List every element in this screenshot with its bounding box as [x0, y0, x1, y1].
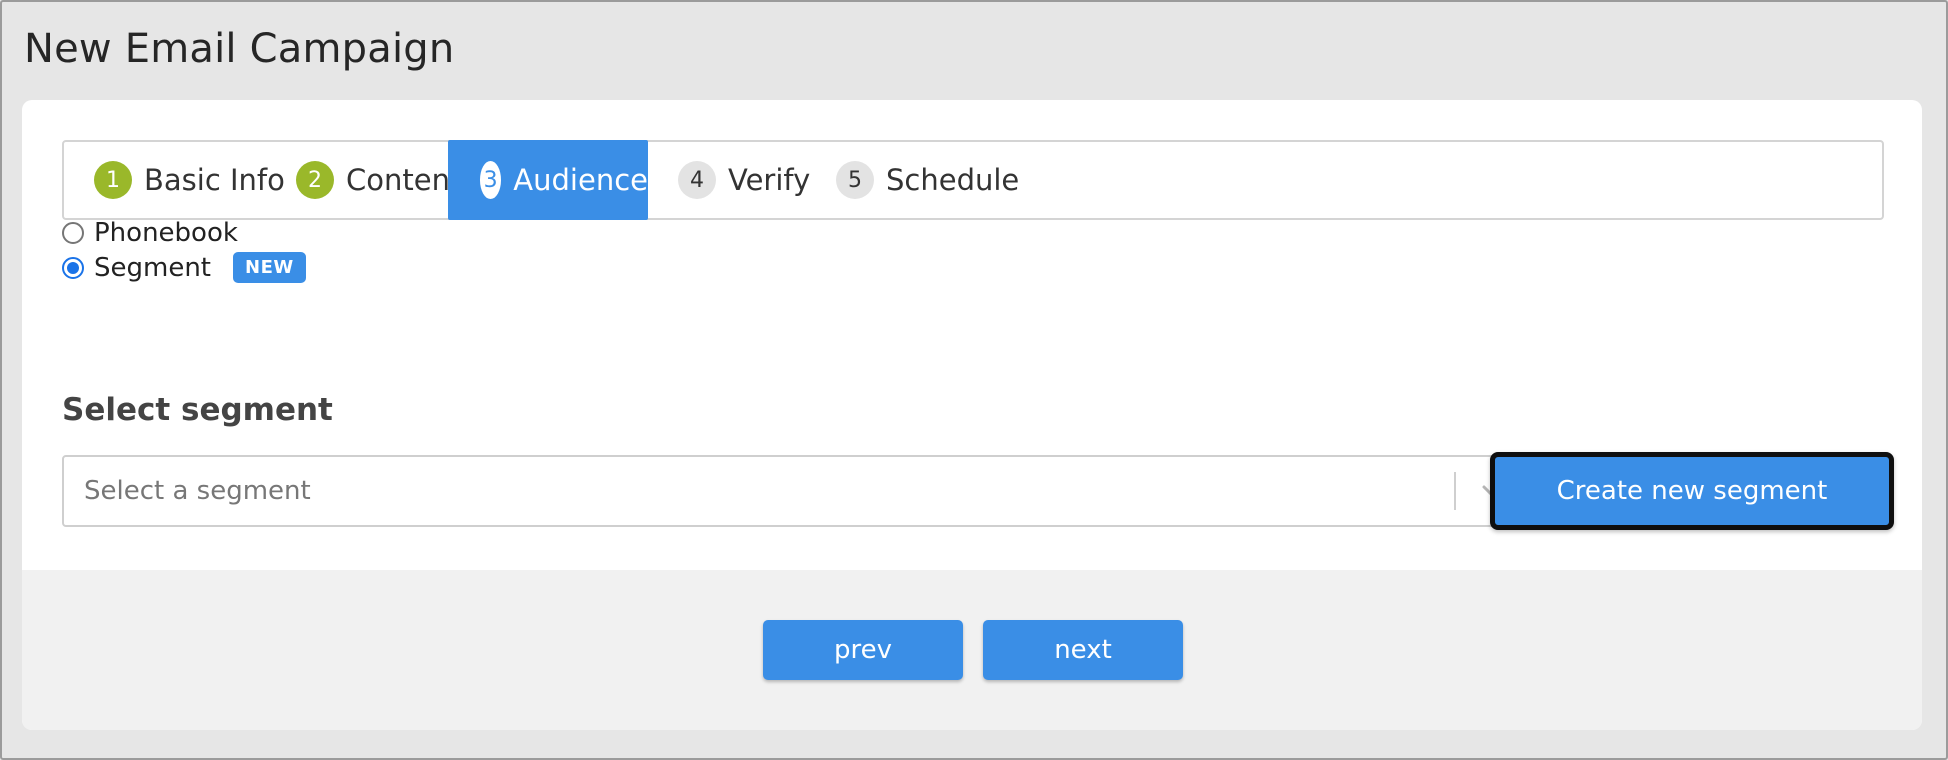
step-number: 1: [94, 161, 132, 199]
select-segment-heading: Select segment: [62, 392, 333, 428]
step-label: Audience: [513, 163, 648, 197]
step-number: 2: [296, 161, 334, 199]
prev-button[interactable]: prev: [763, 620, 963, 680]
step-label: Schedule: [886, 163, 1020, 197]
radio-button[interactable]: [62, 256, 84, 279]
step-number: 3: [480, 161, 502, 199]
step-label: Basic Info: [144, 163, 285, 197]
step-content[interactable]: 2 Content: [296, 142, 461, 218]
segment-select[interactable]: Select a segment: [62, 455, 1530, 527]
step-basic-info[interactable]: 1 Basic Info: [94, 142, 285, 218]
radio-button[interactable]: [62, 222, 84, 244]
segment-select-placeholder: Select a segment: [84, 476, 311, 506]
next-button[interactable]: next: [983, 620, 1183, 680]
radio-label: Segment: [94, 252, 211, 283]
radio-label: Phonebook: [94, 218, 238, 248]
page-title: New Email Campaign: [24, 26, 455, 72]
step-label: Verify: [728, 163, 811, 197]
step-number: 4: [678, 161, 716, 199]
card-footer: [22, 570, 1922, 730]
radio-phonebook[interactable]: Phonebook: [62, 218, 238, 248]
step-verify[interactable]: 4 Verify: [678, 142, 810, 218]
step-audience[interactable]: 3 Audience: [448, 140, 648, 220]
step-tabs: 1 Basic Info 2 Content 3 Audience 4 Veri…: [62, 140, 1884, 220]
radio-segment[interactable]: Segment NEW: [62, 252, 306, 283]
new-badge: NEW: [233, 252, 306, 283]
step-label: Content: [346, 163, 462, 197]
step-number: 5: [836, 161, 874, 199]
campaign-card: 1 Basic Info 2 Content 3 Audience 4 Veri…: [22, 100, 1922, 730]
step-schedule[interactable]: 5 Schedule: [836, 142, 1019, 218]
create-new-segment-button[interactable]: Create new segment: [1490, 452, 1894, 530]
